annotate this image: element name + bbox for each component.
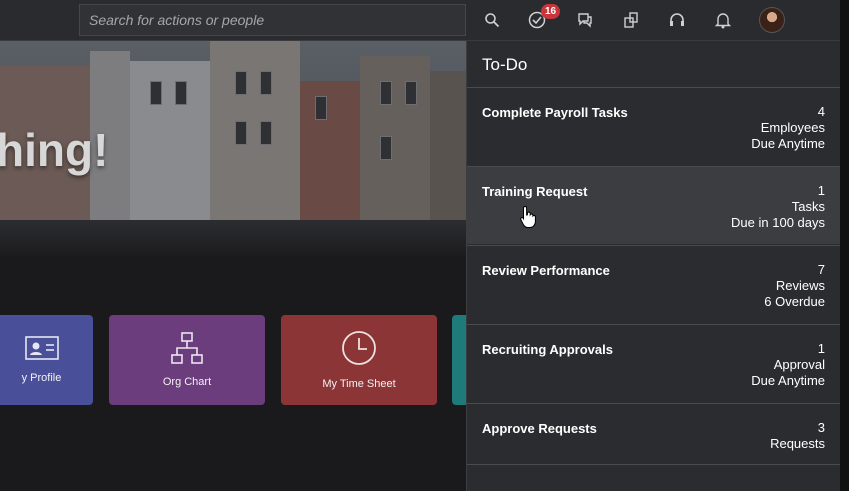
support-headset-icon[interactable] <box>665 8 689 32</box>
pages-icon[interactable] <box>619 8 643 32</box>
tile-label: y Profile <box>21 372 62 384</box>
todo-item-count: 1 <box>817 341 825 356</box>
window-edge <box>840 0 849 491</box>
window <box>405 81 417 105</box>
canal-water <box>0 220 466 256</box>
user-avatar[interactable] <box>759 7 785 33</box>
todo-item-count: 7 <box>817 262 825 277</box>
org-chart-icon <box>171 332 203 364</box>
todo-item-name: Training Request <box>482 184 588 199</box>
search-icon[interactable] <box>480 8 504 32</box>
shell-header: Search for actions or people 16 <box>0 0 840 41</box>
todo-item-unit: Requests <box>770 436 825 451</box>
tile-my-profile[interactable]: y Profile <box>0 315 93 405</box>
notification-bell-icon[interactable] <box>711 8 735 32</box>
todo-item-unit: Tasks <box>791 199 825 214</box>
window <box>315 96 327 120</box>
todo-item-unit: Employees <box>760 120 825 135</box>
id-card-icon <box>24 336 59 360</box>
todo-item-recruiting-approvals[interactable]: Recruiting Approvals 1 Approval Due Anyt… <box>467 324 841 402</box>
search-input[interactable]: Search for actions or people <box>79 4 466 36</box>
tile-label: My Time Sheet <box>322 378 396 390</box>
todo-item-due: 6 Overdue <box>764 294 825 309</box>
todo-count-badge: 16 <box>541 4 561 19</box>
tile-org-chart[interactable]: Org Chart <box>109 315 265 405</box>
tile-partial[interactable] <box>452 315 466 405</box>
todo-item-unit: Approval <box>773 357 825 372</box>
todo-item-name: Review Performance <box>482 263 610 278</box>
todo-item-count: 3 <box>817 420 825 435</box>
window <box>175 81 187 105</box>
panel-title: To-Do <box>482 55 528 74</box>
hand-pointer-cursor-icon <box>520 205 536 228</box>
tile-my-time-sheet[interactable]: My Time Sheet <box>281 315 437 405</box>
todo-item-name: Recruiting Approvals <box>482 342 613 357</box>
window <box>150 81 162 105</box>
todo-item-name: Complete Payroll Tasks <box>482 105 628 120</box>
window <box>235 121 247 145</box>
window <box>380 136 392 160</box>
todo-item-name: Approve Requests <box>482 421 597 436</box>
todo-item-review-performance[interactable]: Review Performance 7 Reviews 6 Overdue <box>467 245 841 323</box>
window <box>260 71 272 95</box>
hero-greeting: hing! <box>0 124 109 176</box>
todo-item-due: Due Anytime <box>751 373 825 388</box>
clock-icon <box>342 331 376 365</box>
todo-item-unit: Reviews <box>775 278 825 293</box>
todo-item-complete-payroll-tasks[interactable]: Complete Payroll Tasks 4 Employees Due A… <box>467 87 841 165</box>
tile-label: Org Chart <box>162 376 212 388</box>
todo-panel: To-Do Complete Payroll Tasks 4 Employees… <box>466 41 841 491</box>
todo-item-due: Due Anytime <box>751 136 825 151</box>
todo-item-count: 4 <box>817 104 825 119</box>
window <box>235 71 247 95</box>
hero-banner: hing! <box>0 41 466 256</box>
todo-item-approve-requests[interactable]: Approve Requests 3 Requests <box>467 403 841 464</box>
chat-icon[interactable] <box>573 8 597 32</box>
todo-item-count: 1 <box>817 183 825 198</box>
todo-item-due: Due in 100 days <box>731 215 825 230</box>
divider <box>467 464 841 465</box>
window <box>260 121 272 145</box>
window <box>380 81 392 105</box>
